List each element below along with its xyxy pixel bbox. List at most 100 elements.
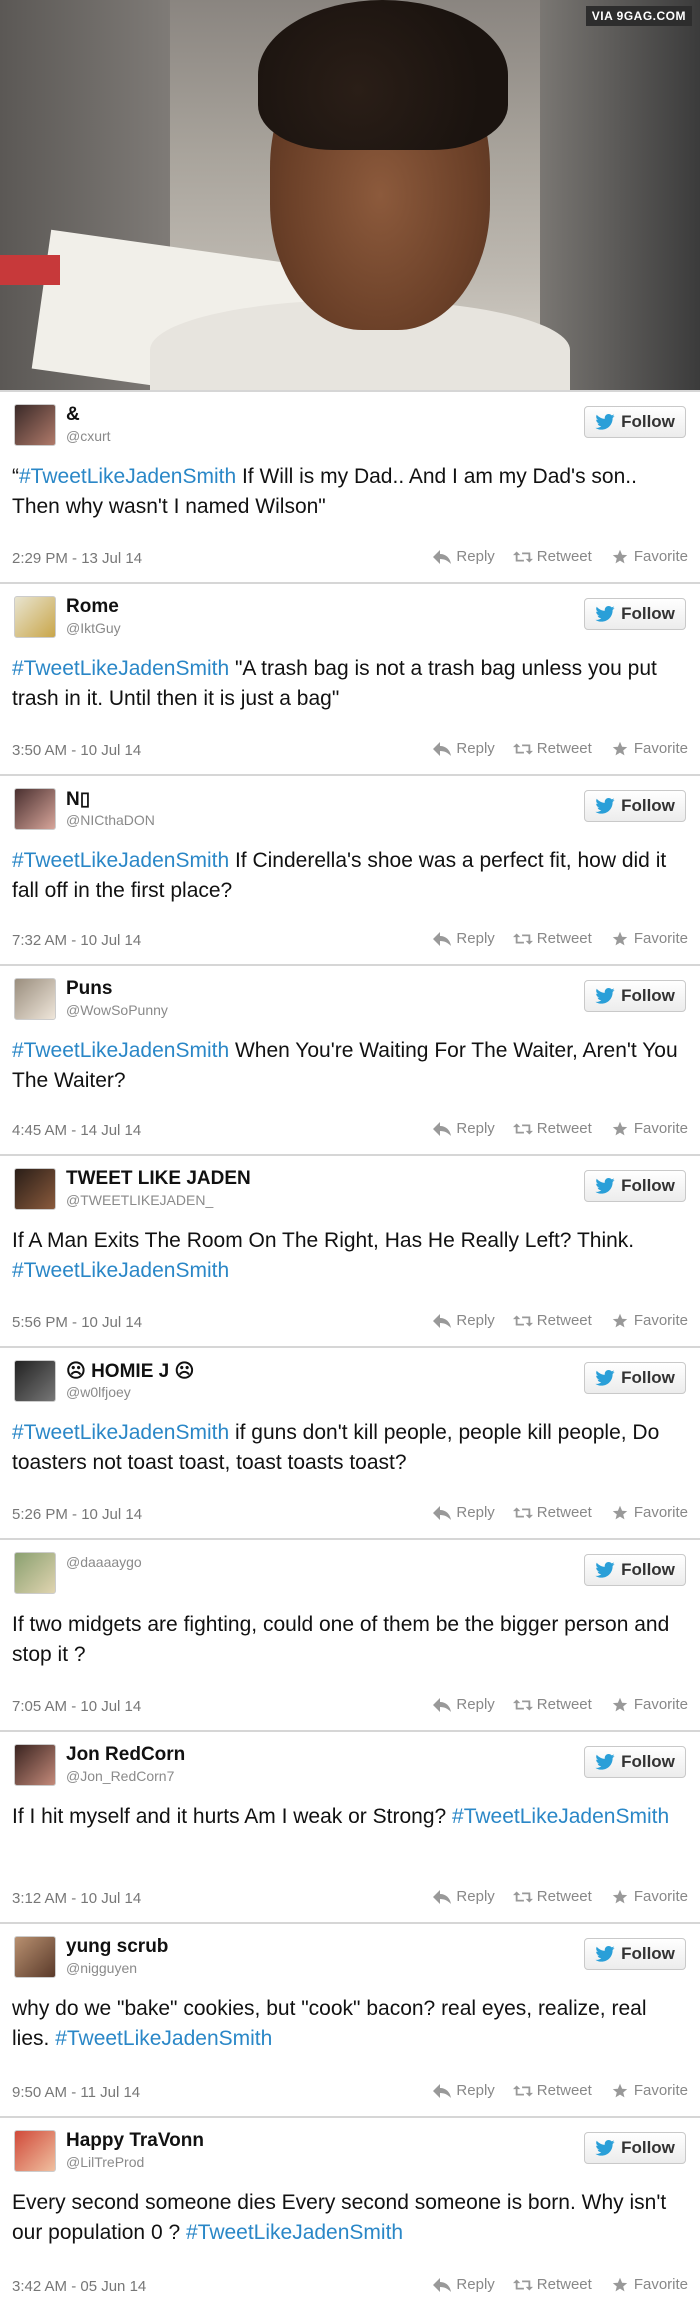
follow-button[interactable]: Follow: [584, 1170, 686, 1202]
retweet-button[interactable]: Retweet: [512, 2276, 592, 2293]
retweet-button[interactable]: Retweet: [512, 930, 592, 947]
avatar[interactable]: [14, 404, 56, 446]
favorite-button[interactable]: Favorite: [610, 1312, 688, 1329]
retweet-button[interactable]: Retweet: [512, 740, 592, 757]
tweet-card: N▯ @NICthaDON Follow #TweetLikeJadenSmit…: [0, 774, 700, 964]
follow-button[interactable]: Follow: [584, 1554, 686, 1586]
retweet-button[interactable]: Retweet: [512, 1504, 592, 1521]
hashtag-link[interactable]: #TweetLikeJadenSmith: [19, 465, 236, 488]
display-name[interactable]: N▯: [66, 788, 90, 811]
retweet-button[interactable]: Retweet: [512, 1888, 592, 1905]
retweet-label: Retweet: [536, 548, 592, 565]
reply-button[interactable]: Reply: [432, 548, 495, 565]
twitter-bird-icon: [595, 798, 615, 814]
follow-button[interactable]: Follow: [584, 2132, 686, 2164]
hashtag-link[interactable]: #TweetLikeJadenSmith: [186, 2221, 403, 2244]
favorite-label: Favorite: [633, 1888, 688, 1905]
retweet-button[interactable]: Retweet: [512, 2082, 592, 2099]
reply-button[interactable]: Reply: [432, 1312, 495, 1329]
user-handle[interactable]: @LilTreProd: [66, 2154, 144, 2170]
favorite-button[interactable]: Favorite: [610, 548, 688, 565]
hashtag-link[interactable]: #TweetLikeJadenSmith: [12, 849, 229, 872]
tweet-timestamp[interactable]: 5:26 PM - 10 Jul 14: [12, 1506, 142, 1523]
reply-button[interactable]: Reply: [432, 1696, 495, 1713]
favorite-button[interactable]: Favorite: [610, 740, 688, 757]
user-handle[interactable]: @daaaaygo: [66, 1554, 142, 1570]
tweet-timestamp[interactable]: 3:12 AM - 10 Jul 14: [12, 1890, 141, 1907]
reply-button[interactable]: Reply: [432, 1504, 495, 1521]
display-name[interactable]: yung scrub: [66, 1936, 168, 1958]
retweet-label: Retweet: [536, 930, 592, 947]
favorite-button[interactable]: Favorite: [610, 1120, 688, 1137]
reply-button[interactable]: Reply: [432, 930, 495, 947]
display-name[interactable]: Happy TraVonn: [66, 2130, 204, 2152]
user-handle[interactable]: @TWEETLIKEJADEN_: [66, 1192, 213, 1208]
tweet-card: & @cxurt Follow “#TweetLikeJadenSmith If…: [0, 390, 700, 582]
display-name[interactable]: ☹ HOMIE J ☹: [66, 1360, 194, 1383]
tweet-timestamp[interactable]: 3:42 AM - 05 Jun 14: [12, 2278, 146, 2295]
avatar[interactable]: [14, 596, 56, 638]
avatar[interactable]: [14, 1552, 56, 1594]
reply-button[interactable]: Reply: [432, 1888, 495, 1905]
follow-button[interactable]: Follow: [584, 980, 686, 1012]
avatar[interactable]: [14, 978, 56, 1020]
hashtag-link[interactable]: #TweetLikeJadenSmith: [12, 1039, 229, 1062]
follow-button[interactable]: Follow: [584, 406, 686, 438]
retweet-icon: [512, 551, 533, 562]
hashtag-link[interactable]: #TweetLikeJadenSmith: [12, 1259, 229, 1282]
tweet-timestamp[interactable]: 9:50 AM - 11 Jul 14: [12, 2084, 140, 2101]
tweet-actions: Reply Retweet Favorite: [432, 930, 688, 947]
retweet-button[interactable]: Retweet: [512, 1120, 592, 1137]
favorite-button[interactable]: Favorite: [610, 2082, 688, 2099]
favorite-button[interactable]: Favorite: [610, 1504, 688, 1521]
tweet-timestamp[interactable]: 2:29 PM - 13 Jul 14: [12, 550, 142, 567]
follow-button[interactable]: Follow: [584, 598, 686, 630]
follow-button[interactable]: Follow: [584, 1362, 686, 1394]
display-name[interactable]: &: [66, 404, 80, 426]
display-name[interactable]: Puns: [66, 978, 112, 1000]
retweet-button[interactable]: Retweet: [512, 548, 592, 565]
favorite-button[interactable]: Favorite: [610, 930, 688, 947]
user-handle[interactable]: @w0lfjoey: [66, 1384, 131, 1400]
user-handle[interactable]: @Jon_RedCorn7: [66, 1768, 174, 1784]
retweet-button[interactable]: Retweet: [512, 1312, 592, 1329]
retweet-button[interactable]: Retweet: [512, 1696, 592, 1713]
favorite-button[interactable]: Favorite: [610, 2276, 688, 2293]
favorite-button[interactable]: Favorite: [610, 1696, 688, 1713]
hashtag-link[interactable]: #TweetLikeJadenSmith: [12, 657, 229, 680]
user-handle[interactable]: @cxurt: [66, 428, 111, 444]
follow-button[interactable]: Follow: [584, 790, 686, 822]
follow-button[interactable]: Follow: [584, 1938, 686, 1970]
display-name[interactable]: Jon RedCorn: [66, 1744, 185, 1766]
avatar[interactable]: [14, 1744, 56, 1786]
tweet-timestamp[interactable]: 7:05 AM - 10 Jul 14: [12, 1698, 141, 1715]
reply-icon: [433, 549, 452, 564]
reply-label: Reply: [456, 548, 495, 565]
hashtag-link[interactable]: #TweetLikeJadenSmith: [12, 1421, 229, 1444]
tweet-timestamp[interactable]: 3:50 AM - 10 Jul 14: [12, 742, 141, 759]
user-handle[interactable]: @nigguyen: [66, 1960, 137, 1976]
reply-label: Reply: [456, 1504, 495, 1521]
tweet-timestamp[interactable]: 4:45 AM - 14 Jul 14: [12, 1122, 141, 1139]
favorite-button[interactable]: Favorite: [610, 1888, 688, 1905]
user-handle[interactable]: @WowSoPunny: [66, 1002, 168, 1018]
reply-button[interactable]: Reply: [432, 740, 495, 757]
tweet-card: Jon RedCorn @Jon_RedCorn7 Follow If I hi…: [0, 1730, 700, 1922]
avatar[interactable]: [14, 1168, 56, 1210]
reply-button[interactable]: Reply: [432, 2276, 495, 2293]
follow-button[interactable]: Follow: [584, 1746, 686, 1778]
display-name[interactable]: Rome: [66, 596, 119, 618]
hashtag-link[interactable]: #TweetLikeJadenSmith: [452, 1805, 669, 1828]
avatar[interactable]: [14, 1360, 56, 1402]
reply-button[interactable]: Reply: [432, 2082, 495, 2099]
hashtag-link[interactable]: #TweetLikeJadenSmith: [55, 2027, 272, 2050]
avatar[interactable]: [14, 788, 56, 830]
tweet-timestamp[interactable]: 5:56 PM - 10 Jul 14: [12, 1314, 142, 1331]
tweet-timestamp[interactable]: 7:32 AM - 10 Jul 14: [12, 932, 141, 949]
reply-button[interactable]: Reply: [432, 1120, 495, 1137]
user-handle[interactable]: @NICthaDON: [66, 812, 155, 828]
avatar[interactable]: [14, 2130, 56, 2172]
display-name[interactable]: TWEET LIKE JADEN: [66, 1168, 251, 1190]
avatar[interactable]: [14, 1936, 56, 1978]
user-handle[interactable]: @IktGuy: [66, 620, 121, 636]
